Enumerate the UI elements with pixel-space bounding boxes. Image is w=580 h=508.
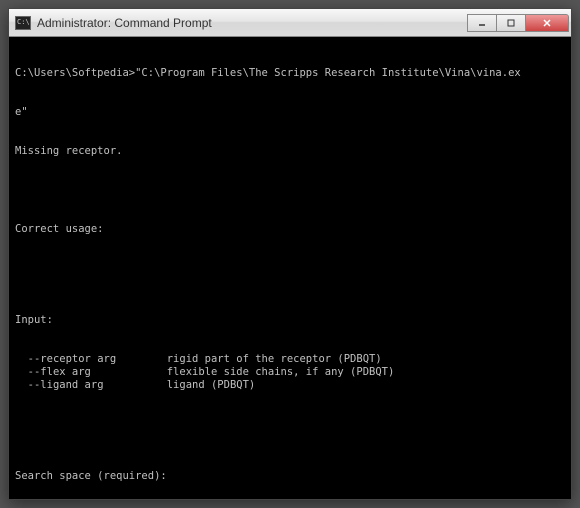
titlebar[interactable]: Administrator: Command Prompt xyxy=(9,9,571,37)
option-row: --flex arg flexible side chains, if any … xyxy=(15,366,565,379)
window-title: Administrator: Command Prompt xyxy=(37,16,468,30)
option-row: --ligand arg ligand (PDBQT) xyxy=(15,379,565,392)
cmd-icon xyxy=(15,16,31,30)
blank-line xyxy=(15,184,565,197)
command-prompt-window: Administrator: Command Prompt C:\Users\S… xyxy=(8,8,572,500)
blank-line xyxy=(15,418,565,431)
input-section-header: Input: xyxy=(15,314,565,327)
option-row: --receptor arg rigid part of the recepto… xyxy=(15,353,565,366)
search-section-header: Search space (required): xyxy=(15,470,565,483)
terminal-output[interactable]: C:\Users\Softpedia>"C:\Program Files\The… xyxy=(9,37,571,499)
command-line: C:\Users\Softpedia>"C:\Program Files\The… xyxy=(15,67,565,80)
maximize-button[interactable] xyxy=(496,14,526,32)
window-controls xyxy=(468,14,569,32)
minimize-button[interactable] xyxy=(467,14,497,32)
close-button[interactable] xyxy=(525,14,569,32)
blank-line xyxy=(15,262,565,275)
command-line-cont: e" xyxy=(15,106,565,119)
usage-header: Correct usage: xyxy=(15,223,565,236)
error-line: Missing receptor. xyxy=(15,145,565,158)
